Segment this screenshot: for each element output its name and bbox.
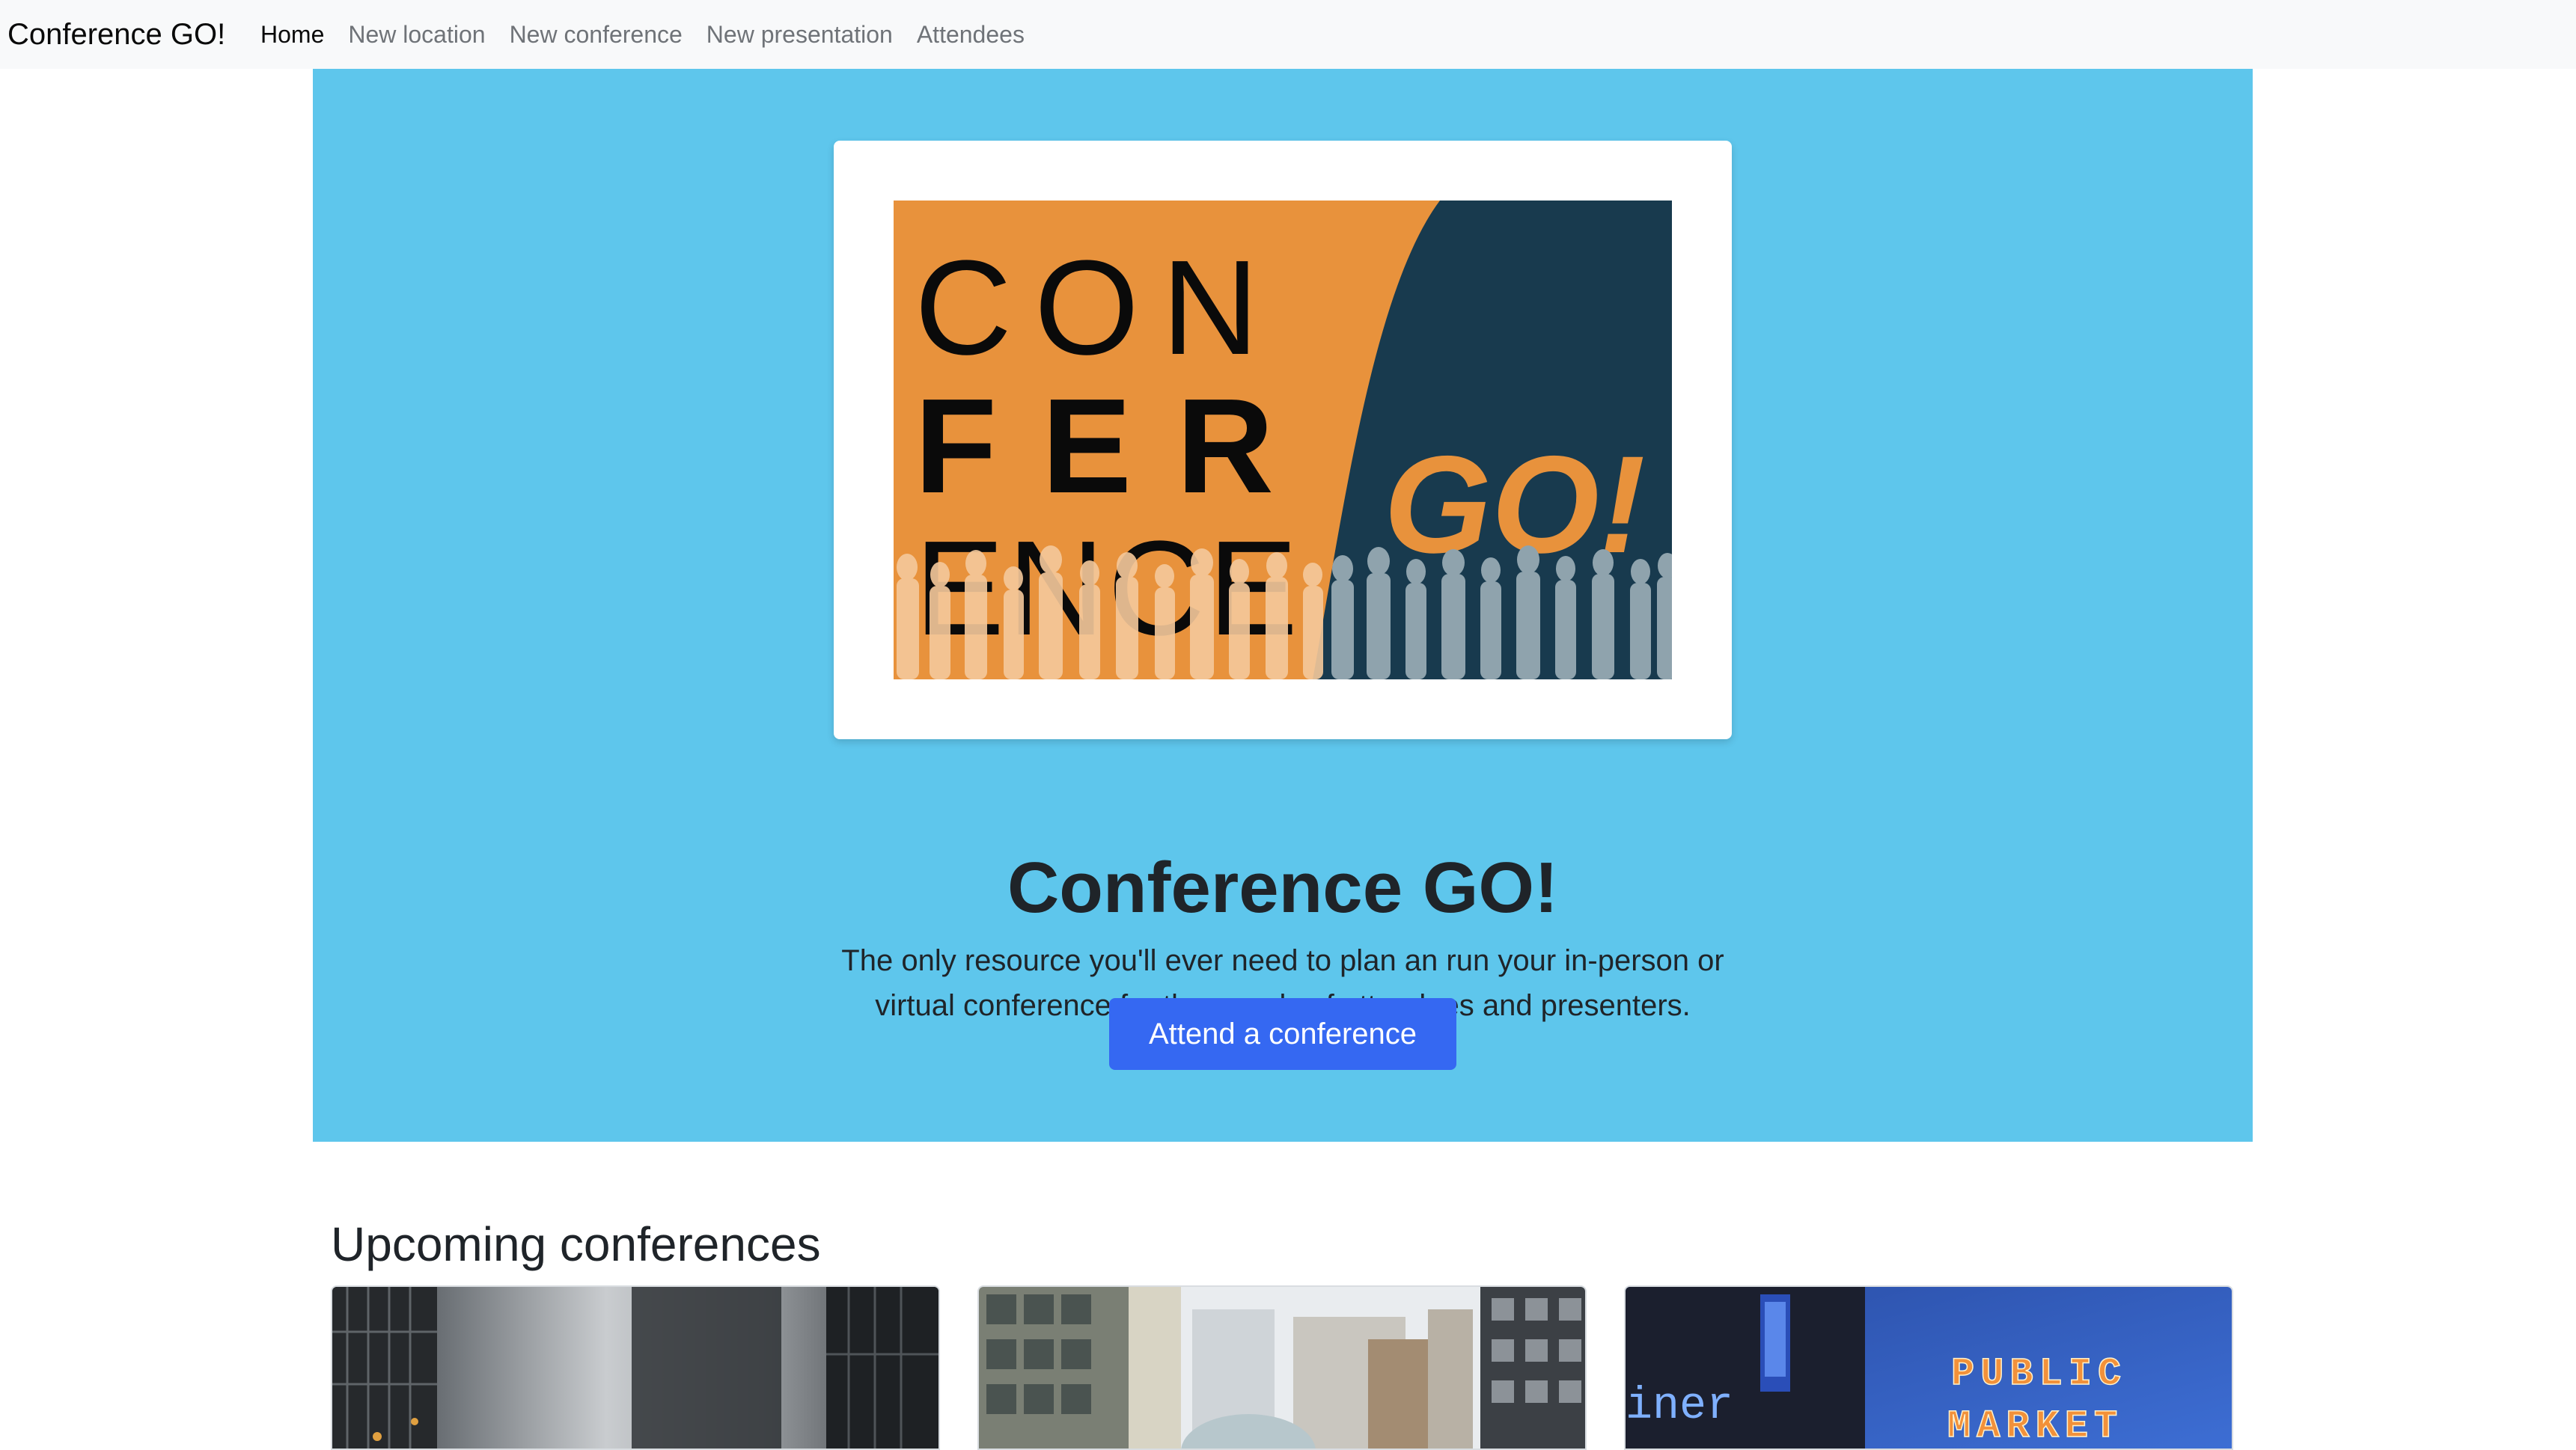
hero-section: CON FER ENCE GO! Conference GO! The only… (313, 69, 2253, 1142)
conference-card[interactable]: iner PUBLIC MARKET (1624, 1285, 2233, 1450)
svg-text:FER: FER (915, 371, 1319, 521)
nav-link-new-presentation[interactable]: New presentation (706, 0, 893, 69)
public-market-sign-photo: iner PUBLIC MARKET (1626, 1287, 2232, 1449)
navbar: Conference GO! Home New location New con… (0, 0, 2576, 69)
conference-card[interactable] (331, 1285, 940, 1450)
downtown-buildings-photo (979, 1287, 1585, 1449)
nav-link-attendees[interactable]: Attendees (917, 0, 1025, 69)
market-sign-text: MARKET (1947, 1404, 2123, 1449)
upcoming-conferences-heading: Upcoming conferences (331, 1217, 821, 1271)
logo-card: CON FER ENCE GO! (834, 141, 1732, 739)
nav-link-new-conference[interactable]: New conference (510, 0, 683, 69)
neon-sign-text: iner (1626, 1381, 1733, 1432)
svg-text:CON: CON (915, 233, 1281, 383)
city-skyscrapers-photo (332, 1287, 938, 1449)
conference-card[interactable] (977, 1285, 1587, 1450)
public-sign-text: PUBLIC (1951, 1352, 2127, 1396)
conference-go-logo: CON FER ENCE GO! (894, 201, 1672, 679)
nav-link-home[interactable]: Home (260, 0, 324, 69)
navbar-brand[interactable]: Conference GO! (7, 0, 225, 69)
nav-link-new-location[interactable]: New location (348, 0, 485, 69)
attend-conference-button[interactable]: Attend a conference (1109, 998, 1456, 1070)
hero-lead-line-1: The only resource you'll ever need to pl… (841, 944, 1724, 977)
nav-links: Home New location New conference New pre… (260, 0, 1049, 69)
